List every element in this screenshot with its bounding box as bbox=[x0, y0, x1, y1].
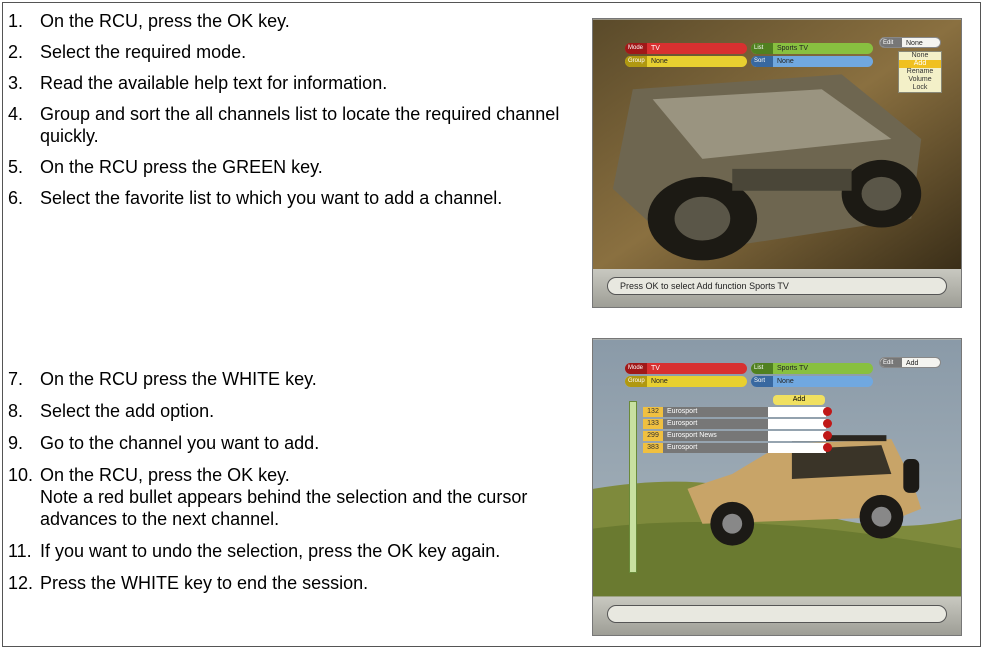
channel-name: Eurosport bbox=[663, 407, 768, 417]
step-item: 10. On the RCU, press the OK key. Note a r… bbox=[0, 464, 580, 530]
osd-group-field: Group None bbox=[625, 56, 747, 67]
step-text: On the RCU, press the OK key. bbox=[40, 11, 290, 31]
step-item: 2. Select the required mode. bbox=[0, 41, 580, 63]
channel-name: Eurosport bbox=[663, 443, 768, 453]
channel-number: 383 bbox=[643, 443, 663, 453]
step-item: 12. Press the WHITE key to end the sessio… bbox=[0, 572, 580, 594]
steps-list-1: 1. On the RCU, press the OK key. 2. Select … bbox=[0, 10, 580, 218]
menu-option: Lock bbox=[912, 84, 928, 91]
red-bullet-icon bbox=[823, 407, 832, 416]
step-text: Read the available help text for informa… bbox=[40, 73, 388, 93]
menu-option: Volume bbox=[908, 76, 932, 83]
tv-screenshot-2: Mode TV List Sports TV Group None Sort None … bbox=[592, 338, 962, 636]
red-bullet-icon bbox=[823, 419, 832, 428]
red-bullet-icon bbox=[823, 431, 832, 440]
osd-list-field: List Sports TV bbox=[751, 43, 873, 54]
step-number: 5. bbox=[8, 157, 24, 177]
step-text: Select the required mode. bbox=[40, 42, 247, 62]
add-cell bbox=[768, 419, 826, 429]
steps-list-2: 7. On the RCU press the WHITE key. 8. Selec… bbox=[0, 368, 580, 604]
step-item: 11. If you want to undo the selection, pr… bbox=[0, 540, 580, 562]
add-column-header: Add bbox=[773, 395, 825, 405]
channel-number: 299 bbox=[643, 431, 663, 441]
step-item: 4. Group and sort the all channels list t… bbox=[0, 103, 580, 147]
step-text: If you want to undo the selection, press… bbox=[40, 541, 501, 561]
menu-option: Rename bbox=[906, 68, 934, 75]
step-number: 2. bbox=[8, 42, 24, 62]
step-text: On the RCU, press the OK key. bbox=[40, 465, 290, 485]
channel-name: Eurosport News bbox=[663, 431, 768, 441]
osd-edit-field: Edit None bbox=[879, 37, 941, 48]
add-cell bbox=[768, 443, 826, 453]
step-number: 11. bbox=[8, 541, 32, 561]
step-item: 9. Go to the channel you want to add. bbox=[0, 432, 580, 454]
status-help-text: Press OK to select Add function Sports T… bbox=[607, 277, 947, 295]
osd-mode-field: Mode TV bbox=[625, 363, 747, 374]
step-item: 3. Read the available help text for infor… bbox=[0, 72, 580, 94]
edit-options-menu: None Add Rename Volume Lock bbox=[898, 51, 942, 93]
status-bar bbox=[593, 597, 961, 635]
red-bullet-icon bbox=[823, 443, 832, 452]
osd-group-field: Group None bbox=[625, 376, 747, 387]
osd-sort-field: Sort None bbox=[751, 376, 873, 387]
step-text: Select the favorite list to which you wa… bbox=[40, 188, 503, 208]
menu-option: Add bbox=[899, 60, 941, 68]
step-number: 7. bbox=[8, 369, 24, 389]
step-text: Group and sort the all channels list to … bbox=[40, 104, 560, 146]
step-item: 7. On the RCU press the WHITE key. bbox=[0, 368, 580, 390]
step-number: 1. bbox=[8, 11, 24, 31]
step-item: 8. Select the add option. bbox=[0, 400, 580, 422]
channel-name: Eurosport bbox=[663, 419, 768, 429]
step-number: 10. bbox=[8, 465, 34, 485]
channel-scroll-bar bbox=[629, 401, 637, 573]
osd-mode-field: Mode TV bbox=[625, 43, 747, 54]
status-bar: Press OK to select Add function Sports T… bbox=[593, 269, 961, 307]
status-help-text bbox=[607, 605, 947, 623]
step-item: 5. On the RCU press the GREEN key. bbox=[0, 156, 580, 178]
add-cell bbox=[768, 407, 826, 417]
osd-sort-field: Sort None bbox=[751, 56, 873, 67]
channel-number: 133 bbox=[643, 419, 663, 429]
step-text: On the RCU press the WHITE key. bbox=[40, 369, 317, 389]
step-number: 9. bbox=[8, 433, 24, 453]
step-number: 6. bbox=[8, 188, 24, 208]
step-item: 6. Select the favorite list to which you … bbox=[0, 187, 580, 209]
step-text: Press the WHITE key to end the session. bbox=[40, 573, 369, 593]
step-number: 3. bbox=[8, 73, 24, 93]
step-text: Select the add option. bbox=[40, 401, 215, 421]
osd-edit-field: Edit Add bbox=[879, 357, 941, 368]
tv-screenshot-1: Mode TV List Sports TV Group None Sort None … bbox=[592, 18, 962, 308]
add-cell bbox=[768, 431, 826, 441]
step-text: Go to the channel you want to add. bbox=[40, 433, 320, 453]
menu-option: None bbox=[911, 52, 929, 59]
step-text: On the RCU press the GREEN key. bbox=[40, 157, 323, 177]
step-number: 8. bbox=[8, 401, 24, 421]
osd-list-field: List Sports TV bbox=[751, 363, 873, 374]
step-number: 4. bbox=[8, 104, 24, 124]
step-note: Note a red bullet appears behind the sel… bbox=[40, 487, 528, 529]
step-number: 12. bbox=[8, 573, 34, 593]
channel-number: 132 bbox=[643, 407, 663, 417]
step-item: 1. On the RCU, press the OK key. bbox=[0, 10, 580, 32]
